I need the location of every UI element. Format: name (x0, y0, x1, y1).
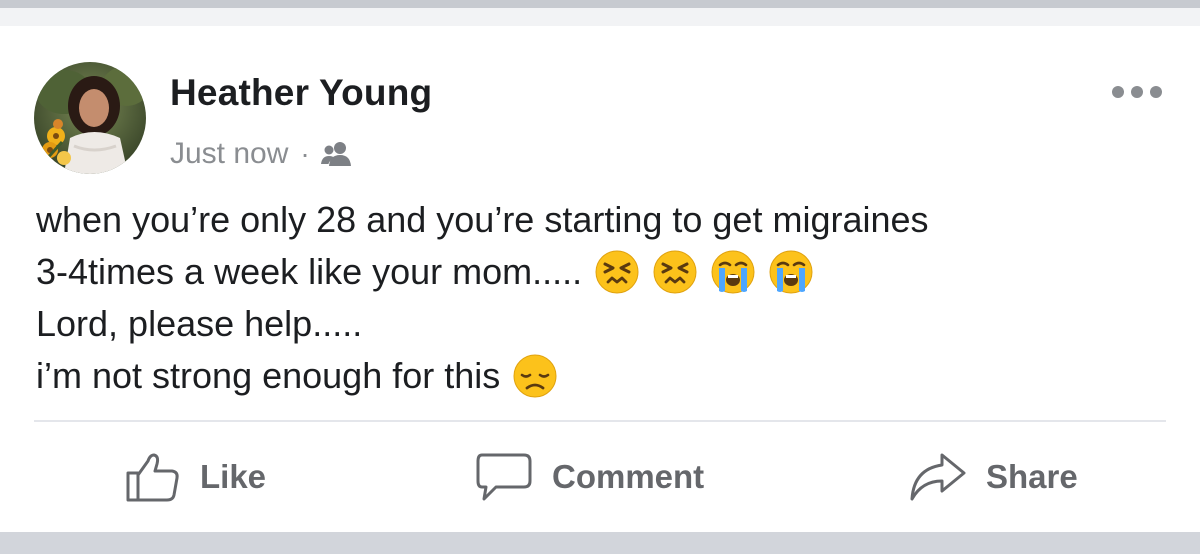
friends-icon (320, 140, 354, 168)
more-options-icon (1112, 86, 1124, 98)
comment-label: Comment (552, 458, 705, 495)
comment-bubble-icon (474, 451, 534, 503)
comment-button[interactable]: Comment (474, 446, 704, 508)
avatar[interactable] (34, 62, 146, 174)
post-actions: Like Comment Share (0, 446, 1200, 508)
like-label: Like (200, 458, 267, 495)
loudly-crying-face-emoji-icon (768, 249, 814, 295)
more-options-button[interactable] (1112, 80, 1162, 104)
post-meta: Just now · (170, 134, 354, 174)
persevering-face-emoji-icon (652, 249, 698, 295)
like-button[interactable]: Like (124, 446, 266, 508)
share-button[interactable]: Share (908, 446, 1078, 508)
post-line: 3-4times a week like your mom..... (36, 246, 1166, 298)
author-name[interactable]: Heather Young (170, 72, 432, 114)
post-body: when you’re only 28 and you’re starting … (36, 194, 1166, 402)
share-arrow-icon (908, 451, 968, 503)
feed-gap (0, 8, 1200, 26)
top-separator (0, 0, 1200, 8)
share-label: Share (986, 458, 1078, 495)
meta-separator: · (300, 138, 310, 169)
post-card: Heather Young Just now · when you’re onl… (0, 26, 1200, 532)
post-line: Lord, please help..... (36, 303, 363, 344)
post-line: when you’re only 28 and you’re starting … (36, 199, 929, 240)
feed-gap-bottom (0, 532, 1200, 554)
thumbs-up-icon (124, 451, 182, 503)
post-line: i’m not strong enough for this (36, 350, 1166, 402)
persevering-face-emoji-icon (594, 249, 640, 295)
loudly-crying-face-emoji-icon (710, 249, 756, 295)
disappointed-face-emoji-icon (512, 353, 558, 399)
post-timestamp[interactable]: Just now (170, 137, 288, 171)
post-divider (34, 420, 1166, 422)
page: Heather Young Just now · when you’re onl… (0, 0, 1200, 554)
